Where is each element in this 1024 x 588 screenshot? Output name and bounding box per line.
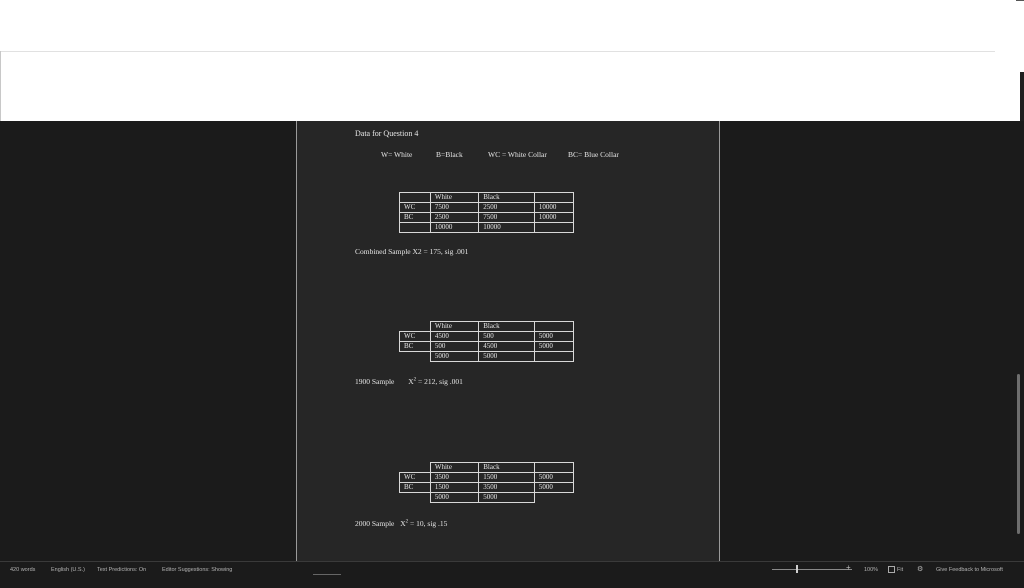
- row-label-wc: WC: [399, 472, 431, 483]
- ribbon-right-bar: [1020, 72, 1024, 121]
- zoom-in-icon[interactable]: +: [846, 563, 851, 572]
- legend-blue-collar: BC= Blue Collar: [568, 150, 619, 159]
- table-header-white: White: [429, 462, 480, 473]
- table-cell: 7500: [478, 212, 535, 223]
- table-cell: [533, 351, 575, 362]
- fit-to-width-icon[interactable]: [888, 566, 895, 573]
- row-label-wc: WC: [399, 202, 431, 213]
- status-underline: [313, 574, 341, 575]
- zoom-slider[interactable]: [772, 569, 852, 570]
- sample-1900-result: 1900 Sample X2 = 212, sig .001: [355, 377, 463, 386]
- column-total: 10000: [429, 222, 480, 233]
- column-total: 10000: [478, 222, 535, 233]
- table-header-black: Black: [478, 321, 535, 332]
- focus-icon[interactable]: ⚙: [917, 565, 923, 573]
- document-canvas[interactable]: Data for Question 4 W= White B=Black WC …: [0, 121, 1024, 561]
- table-cell: [533, 492, 574, 503]
- combined-sample-table: White Black WC 7500 2500 10000 BC 2500 7…: [399, 192, 575, 233]
- legend-black: B=Black: [436, 150, 463, 159]
- column-total: 5000: [429, 492, 480, 503]
- column-total: 5000: [478, 351, 535, 362]
- row-label-bc: BC: [399, 341, 431, 352]
- table-cell: [399, 321, 431, 332]
- result-label: 1900 Sample: [355, 377, 395, 386]
- editor-suggestions-status[interactable]: Editor Suggestions: Showing: [162, 567, 232, 573]
- fit-label[interactable]: Fit: [897, 567, 903, 573]
- table-header-white: White: [429, 192, 480, 203]
- table-cell: 1500: [478, 472, 535, 483]
- row-total: 5000: [533, 331, 575, 342]
- result-label: Combined Sample: [355, 247, 411, 256]
- table-cell: 7500: [429, 202, 480, 213]
- zoom-level[interactable]: 100%: [864, 567, 878, 573]
- table-header-white: White: [429, 321, 480, 332]
- text-predictions-status[interactable]: Text Predictions: On: [97, 567, 146, 573]
- sample-1900-table: White Black WC 4500 500 5000 BC 500 4500…: [399, 321, 575, 362]
- result-stat: X2 = 175, sig .001: [412, 247, 469, 256]
- row-label-bc: BC: [399, 482, 431, 493]
- legend-white-collar: WC = White Collar: [488, 150, 547, 159]
- word-count[interactable]: 420 words: [10, 567, 35, 573]
- table-cell: 500: [478, 331, 535, 342]
- zoom-slider-thumb[interactable]: [796, 565, 798, 573]
- column-total: 5000: [429, 351, 480, 362]
- row-total: 10000: [533, 212, 575, 223]
- sample-2000-table: White Black WC 3500 1500 5000 BC 1500 35…: [399, 462, 575, 503]
- table-cell: [399, 192, 431, 203]
- table-cell: 2500: [429, 212, 480, 223]
- status-bar: 420 words English (U.S.) Text Prediction…: [0, 561, 1024, 588]
- table-cell: 1500: [429, 482, 480, 493]
- document-page[interactable]: Data for Question 4 W= White B=Black WC …: [296, 121, 720, 561]
- table-cell: [399, 462, 431, 473]
- row-total: 10000: [533, 202, 575, 213]
- table-cell: 2500: [478, 202, 535, 213]
- ribbon-divider: [0, 51, 995, 52]
- ribbon-left-edge: [0, 51, 1, 121]
- result-stat: = 212, sig .001: [416, 377, 463, 386]
- table-cell: [533, 192, 575, 203]
- row-label-wc: WC: [399, 331, 431, 342]
- table-cell: 4500: [478, 341, 535, 352]
- row-label-bc: BC: [399, 212, 431, 223]
- window-edge-mark: [1016, 0, 1024, 1]
- table-cell: [533, 222, 575, 233]
- table-cell: 500: [429, 341, 480, 352]
- table-header-black: Black: [478, 462, 535, 473]
- table-cell: [533, 321, 575, 332]
- column-total: 5000: [478, 492, 535, 503]
- table-cell: [399, 351, 431, 362]
- vertical-scrollbar-thumb[interactable]: [1017, 374, 1020, 534]
- result-label: 2000 Sample: [355, 519, 395, 528]
- table-cell: 3500: [429, 472, 480, 483]
- result-stat: = 10, sig .15: [408, 519, 448, 528]
- document-heading: Data for Question 4: [355, 129, 419, 138]
- ribbon-area: [0, 0, 1024, 121]
- row-total: 5000: [533, 482, 575, 493]
- table-cell: [399, 492, 431, 503]
- legend-white: W= White: [381, 150, 413, 159]
- table-header-black: Black: [478, 192, 535, 203]
- sample-2000-result: 2000 Sample X2 = 10, sig .15: [355, 519, 447, 528]
- row-total: 5000: [533, 472, 575, 483]
- table-cell: 3500: [478, 482, 535, 493]
- combined-sample-result: Combined Sample X2 = 175, sig .001: [355, 247, 468, 256]
- language-indicator[interactable]: English (U.S.): [51, 567, 85, 573]
- table-cell: [533, 462, 575, 473]
- give-feedback-link[interactable]: Give Feedback to Microsoft: [936, 567, 1003, 573]
- row-total: 5000: [533, 341, 575, 352]
- table-cell: 4500: [429, 331, 480, 342]
- table-cell: [399, 222, 431, 233]
